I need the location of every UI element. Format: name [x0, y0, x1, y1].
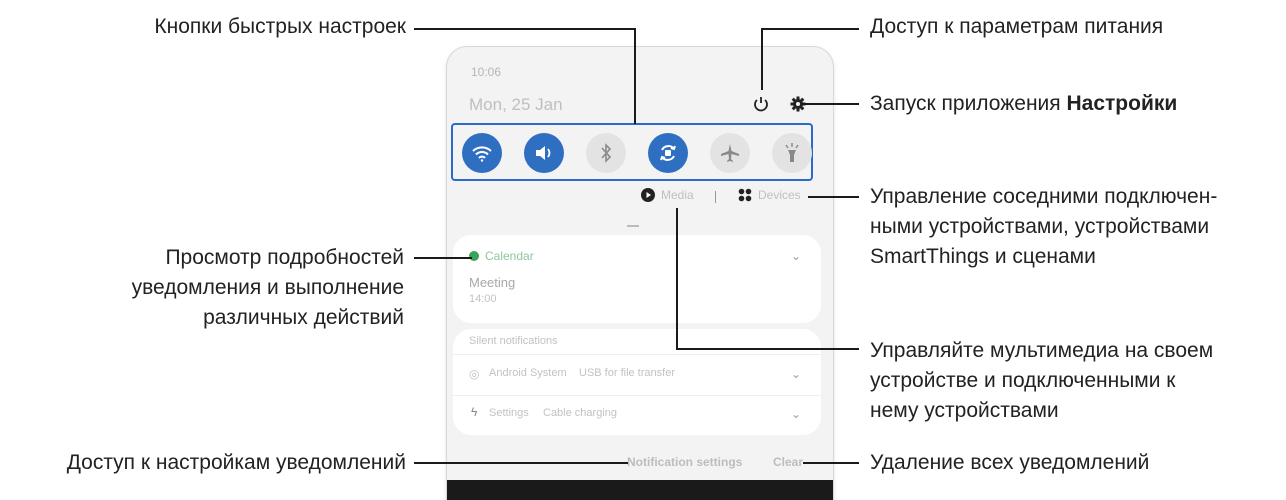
flashlight-toggle[interactable]: [772, 133, 812, 173]
callout-devices-line2: ными устройствами, устройствами: [870, 215, 1210, 238]
callout-settings-prefix: Запуск приложения: [870, 92, 1067, 115]
auto-rotate-toggle[interactable]: [648, 133, 688, 173]
settings-charging-row[interactable]: ϟ Settings Cable charging ⌄: [453, 395, 821, 433]
leader-devices: [808, 196, 859, 198]
android-row-text: USB for file transfer: [579, 367, 675, 379]
callout-settings-app: Запуск приложения Настройки: [870, 89, 1177, 119]
callout-clear-all: Удаление всех уведомлений: [870, 451, 1150, 474]
leader-power-h: [761, 28, 859, 30]
callout-media-line1: Управляйте мультимедиа на своем: [870, 339, 1214, 362]
bluetooth-icon: [601, 143, 612, 163]
callout-notification-details: Просмотр подробностей уведомления и выпо…: [132, 243, 404, 333]
callout-devices: Управление соседними подключен- ными уст…: [870, 182, 1217, 272]
devices-button[interactable]: Devices: [738, 188, 801, 202]
notification-panel: 10:06 Mon, 25 Jan Media Devices Calendar…: [447, 47, 833, 500]
leader-notif-settings: [414, 462, 628, 464]
callout-power: Доступ к параметрам питания: [870, 15, 1164, 38]
callout-notification-details-line2: уведомления и выполнение: [131, 276, 404, 299]
airplane-toggle[interactable]: [710, 133, 750, 173]
play-icon: [641, 188, 655, 202]
callout-media: Управляйте мультимедиа на своем устройст…: [870, 336, 1213, 426]
android-row-app: Android System: [489, 367, 567, 379]
callout-media-line3: нему устройствами: [870, 399, 1059, 422]
callout-devices-line3: SmartThings и сценами: [870, 245, 1096, 268]
power-icon[interactable]: [750, 93, 772, 115]
leader-quick-settings-h: [414, 28, 636, 30]
bluetooth-toggle[interactable]: [586, 133, 626, 173]
event-title: Meeting: [469, 275, 516, 290]
drag-handle[interactable]: [627, 225, 639, 227]
leader-media-v: [676, 208, 678, 350]
android-system-row[interactable]: ◎ Android System USB for file transfer ⌄: [453, 355, 821, 393]
leader-quick-settings-v: [634, 28, 636, 124]
bottom-bar: [447, 480, 833, 500]
calendar-notification-card[interactable]: Calendar ⌄ Meeting 14:00: [453, 235, 821, 323]
leader-media-h: [676, 348, 859, 350]
calendar-app-icon: [469, 251, 479, 261]
callout-devices-line1: Управление соседними подключен-: [870, 185, 1218, 208]
flashlight-icon: [785, 143, 799, 162]
wifi-toggle[interactable]: [462, 133, 502, 173]
leader-settings: [802, 103, 859, 105]
chevron-down-icon[interactable]: ⌄: [791, 249, 801, 263]
callout-media-line2: устройстве и подключенными к: [870, 369, 1176, 392]
media-devices-separator: [715, 191, 716, 203]
settings-row-text: Cable charging: [543, 407, 617, 419]
callout-notification-details-line1: Просмотр подробностей: [165, 246, 404, 269]
sound-toggle[interactable]: [524, 133, 564, 173]
lightning-icon: ϟ: [471, 405, 478, 419]
media-label: Media: [661, 188, 694, 202]
callout-settings-bold: Настройки: [1066, 92, 1178, 115]
callout-notification-settings: Доступ к настройкам уведомлений: [66, 451, 406, 474]
devices-label: Devices: [758, 188, 801, 202]
leader-clear: [803, 462, 859, 464]
silent-header: Silent notifications: [469, 335, 558, 347]
panel-date: Mon, 25 Jan: [469, 95, 563, 114]
chevron-down-icon[interactable]: ⌄: [791, 407, 801, 421]
sound-icon: [536, 146, 551, 160]
settings-row-app: Settings: [489, 407, 529, 419]
chevron-down-icon[interactable]: ⌄: [791, 367, 801, 381]
notification-settings-button[interactable]: Notification settings: [627, 455, 742, 469]
android-system-icon: ◎: [469, 367, 480, 381]
event-time: 14:00: [469, 293, 497, 305]
leader-power-v: [761, 28, 763, 90]
silent-notifications-card: Silent notifications ◎ Android System US…: [453, 329, 821, 435]
status-time: 10:06: [471, 65, 502, 79]
calendar-app-name: Calendar: [485, 249, 534, 263]
auto-rotate-icon: [660, 145, 676, 161]
wifi-icon: [472, 146, 492, 162]
devices-grid-icon: [738, 188, 752, 202]
airplane-icon: [721, 144, 739, 162]
clear-button[interactable]: Clear: [773, 455, 803, 469]
media-button[interactable]: Media: [641, 188, 694, 202]
callout-notification-details-line3: различных действий: [203, 306, 404, 329]
quick-settings-bar: [451, 123, 813, 181]
leader-details: [414, 257, 472, 259]
callout-quick-settings: Кнопки быстрых настроек: [154, 15, 406, 38]
